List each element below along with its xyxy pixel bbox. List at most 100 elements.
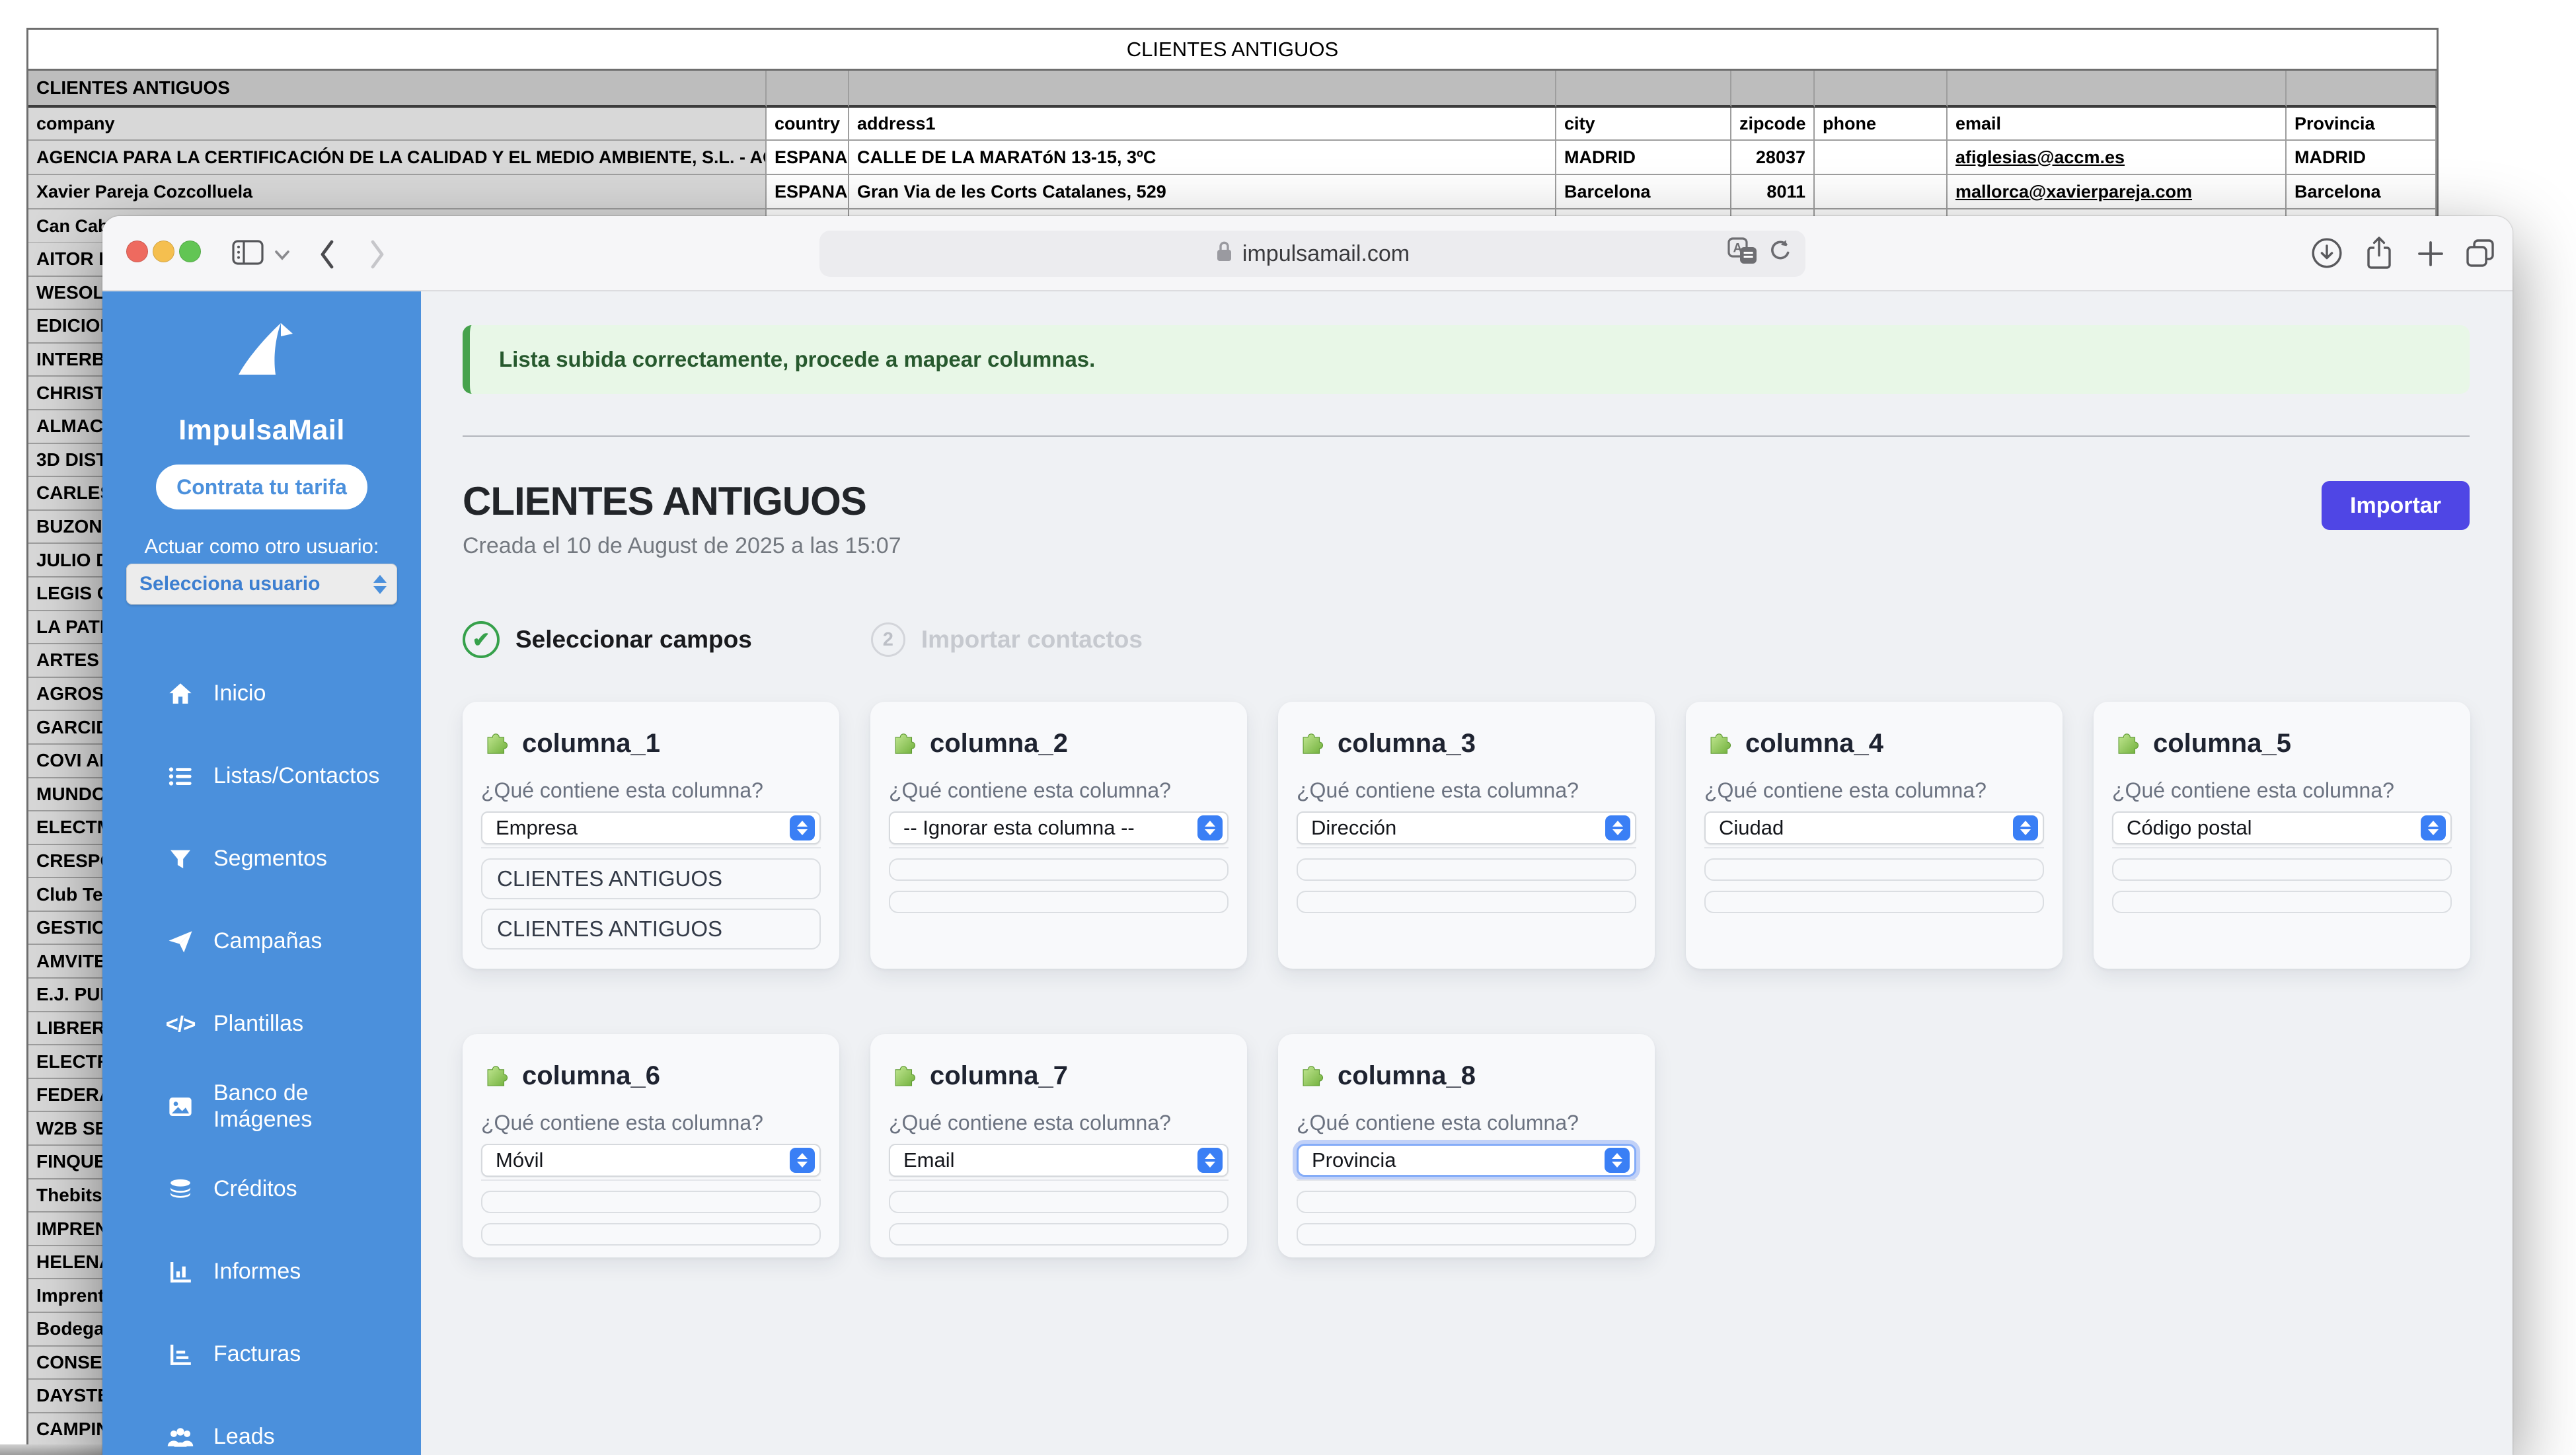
preview-value bbox=[889, 1191, 1229, 1213]
sidebar-item-creditos[interactable]: Créditos bbox=[102, 1148, 421, 1230]
preview-value bbox=[1297, 1223, 1636, 1246]
card-title: columna_4 bbox=[1745, 729, 1883, 759]
card-question: ¿Qué contiene esta columna? bbox=[1297, 1111, 1636, 1135]
column-mapping-select[interactable]: Móvil bbox=[481, 1144, 821, 1177]
puzzle-icon bbox=[1297, 727, 1327, 761]
coins-icon bbox=[166, 1175, 195, 1204]
sidebar-item-banco-imagenes[interactable]: Banco de Imágenes bbox=[102, 1065, 421, 1148]
cards-row-1: columna_1 ¿Qué contiene esta columna? Em… bbox=[463, 702, 2470, 969]
card-question: ¿Qué contiene esta columna? bbox=[481, 778, 821, 803]
preview-value bbox=[2112, 891, 2452, 913]
sidebar-nav: Inicio Listas/Contactos Segmentos Campañ… bbox=[102, 652, 421, 1455]
select-stepper-icon bbox=[790, 815, 815, 840]
sidebar-item-inicio[interactable]: Inicio bbox=[102, 652, 421, 735]
band-cell: CLIENTES ANTIGUOS bbox=[28, 71, 767, 108]
forward-button[interactable] bbox=[365, 237, 389, 272]
preview-value bbox=[889, 1223, 1229, 1246]
preview-value bbox=[889, 891, 1229, 913]
back-button[interactable] bbox=[315, 237, 339, 272]
puzzle-icon bbox=[481, 1059, 511, 1093]
select-arrows-icon bbox=[373, 575, 387, 594]
sidebar-item-facturas[interactable]: Facturas bbox=[102, 1313, 421, 1396]
puzzle-icon bbox=[481, 727, 511, 761]
home-icon bbox=[166, 679, 195, 708]
select-stepper-icon bbox=[1605, 1148, 1630, 1173]
impersonate-label: Actuar como otro usuario: bbox=[102, 535, 421, 558]
minimize-window-button[interactable] bbox=[153, 241, 174, 262]
column-card-8: columna_8 ¿Qué contiene esta columna? Pr… bbox=[1278, 1034, 1655, 1257]
puzzle-icon bbox=[1704, 727, 1735, 761]
card-question: ¿Qué contiene esta columna? bbox=[1297, 778, 1636, 803]
browser-toolbar: impulsamail.com A bbox=[102, 216, 2513, 291]
select-stepper-icon bbox=[790, 1148, 815, 1173]
wizard-steps: ✔ Seleccionar campos 2 Importar contacto… bbox=[463, 621, 1143, 658]
contract-plan-button[interactable]: Contrata tu tarifa bbox=[156, 465, 367, 509]
column-card-6: columna_6 ¿Qué contiene esta columna? Mó… bbox=[463, 1034, 839, 1257]
sidebar-item-plantillas[interactable]: </> Plantillas bbox=[102, 983, 421, 1065]
step1-label: Seleccionar campos bbox=[515, 626, 752, 653]
reload-icon[interactable] bbox=[1767, 238, 1794, 270]
page-title: CLIENTES ANTIGUOS bbox=[463, 478, 866, 524]
code-icon: </> bbox=[166, 1010, 195, 1039]
new-tab-icon[interactable] bbox=[2414, 237, 2447, 270]
preview-value bbox=[481, 1223, 821, 1246]
sidebar-item-campanas[interactable]: Campañas bbox=[102, 900, 421, 983]
funnel-icon bbox=[166, 844, 195, 874]
card-question: ¿Qué contiene esta columna? bbox=[2112, 778, 2452, 803]
downloads-icon[interactable] bbox=[2310, 236, 2344, 270]
card-question: ¿Qué contiene esta columna? bbox=[1704, 778, 2044, 803]
column-mapping-select[interactable]: Empresa bbox=[481, 811, 821, 844]
url-text: impulsamail.com bbox=[1242, 241, 1410, 267]
card-title: columna_6 bbox=[522, 1061, 660, 1091]
column-card-2: columna_2 ¿Qué contiene esta columna? --… bbox=[870, 702, 1247, 969]
column-card-4: columna_4 ¿Qué contiene esta columna? Ci… bbox=[1686, 702, 2063, 969]
success-alert: Lista subida correctamente, procede a ma… bbox=[463, 325, 2470, 394]
share-icon[interactable] bbox=[2363, 235, 2396, 272]
user-select[interactable]: Selecciona usuario bbox=[126, 564, 397, 605]
user-select-value: Selecciona usuario bbox=[139, 573, 320, 595]
card-question: ¿Qué contiene esta columna? bbox=[889, 1111, 1229, 1135]
paper-plane-icon bbox=[166, 927, 195, 956]
sidebar-item-leads[interactable]: Leads bbox=[102, 1396, 421, 1455]
import-button[interactable]: Importar bbox=[2322, 481, 2470, 530]
page-subtitle: Creada el 10 de August de 2025 a las 15:… bbox=[463, 533, 901, 559]
column-mapping-select-focused[interactable]: Provincia bbox=[1297, 1144, 1636, 1177]
divider bbox=[889, 847, 1229, 848]
column-mapping-select[interactable]: Email bbox=[889, 1144, 1229, 1177]
divider bbox=[1297, 847, 1636, 848]
puzzle-icon bbox=[889, 727, 919, 761]
select-stepper-icon bbox=[1197, 815, 1223, 840]
spreadsheet-band-row: CLIENTES ANTIGUOS bbox=[28, 71, 2437, 108]
preview-value bbox=[2112, 858, 2452, 881]
table-row: Xavier Pareja Cozcolluela ESPANA Gran Vi… bbox=[28, 175, 2437, 209]
sidebar-item-listas-contactos[interactable]: Listas/Contactos bbox=[102, 735, 421, 817]
sidebar-item-informes[interactable]: Informes bbox=[102, 1230, 421, 1313]
cards-row-2: columna_6 ¿Qué contiene esta columna? Mó… bbox=[463, 1034, 1655, 1257]
preview-value bbox=[889, 858, 1229, 881]
spreadsheet-title: CLIENTES ANTIGUOS bbox=[28, 30, 2437, 71]
invoice-icon bbox=[166, 1340, 195, 1369]
impulsamail-logo-icon bbox=[221, 320, 302, 392]
puzzle-icon bbox=[889, 1059, 919, 1093]
preview-value bbox=[1297, 891, 1636, 913]
preview-value bbox=[1297, 858, 1636, 881]
column-card-7: columna_7 ¿Qué contiene esta columna? Em… bbox=[870, 1034, 1247, 1257]
tab-overview-icon[interactable] bbox=[2463, 236, 2497, 270]
close-window-button[interactable] bbox=[126, 241, 148, 262]
zoom-window-button[interactable] bbox=[179, 241, 201, 262]
column-card-3: columna_3 ¿Qué contiene esta columna? Di… bbox=[1278, 702, 1655, 969]
translate-icon[interactable]: A bbox=[1727, 237, 1758, 271]
report-icon bbox=[166, 1257, 195, 1287]
column-mapping-select[interactable]: Código postal bbox=[2112, 811, 2452, 844]
column-mapping-select[interactable]: Ciudad bbox=[1704, 811, 2044, 844]
step2-label: Importar contactos bbox=[921, 626, 1143, 653]
sidebar-toggle-icon[interactable] bbox=[232, 239, 264, 266]
column-mapping-select[interactable]: -- Ignorar esta columna -- bbox=[889, 811, 1229, 844]
preview-value bbox=[1297, 1191, 1636, 1213]
divider bbox=[1297, 1179, 1636, 1181]
address-bar[interactable]: impulsamail.com A bbox=[819, 231, 1805, 277]
sidebar-item-segmentos[interactable]: Segmentos bbox=[102, 817, 421, 900]
column-card-5: columna_5 ¿Qué contiene esta columna? Có… bbox=[2094, 702, 2470, 969]
chevron-down-icon[interactable] bbox=[273, 248, 291, 261]
column-mapping-select[interactable]: Dirección bbox=[1297, 811, 1636, 844]
